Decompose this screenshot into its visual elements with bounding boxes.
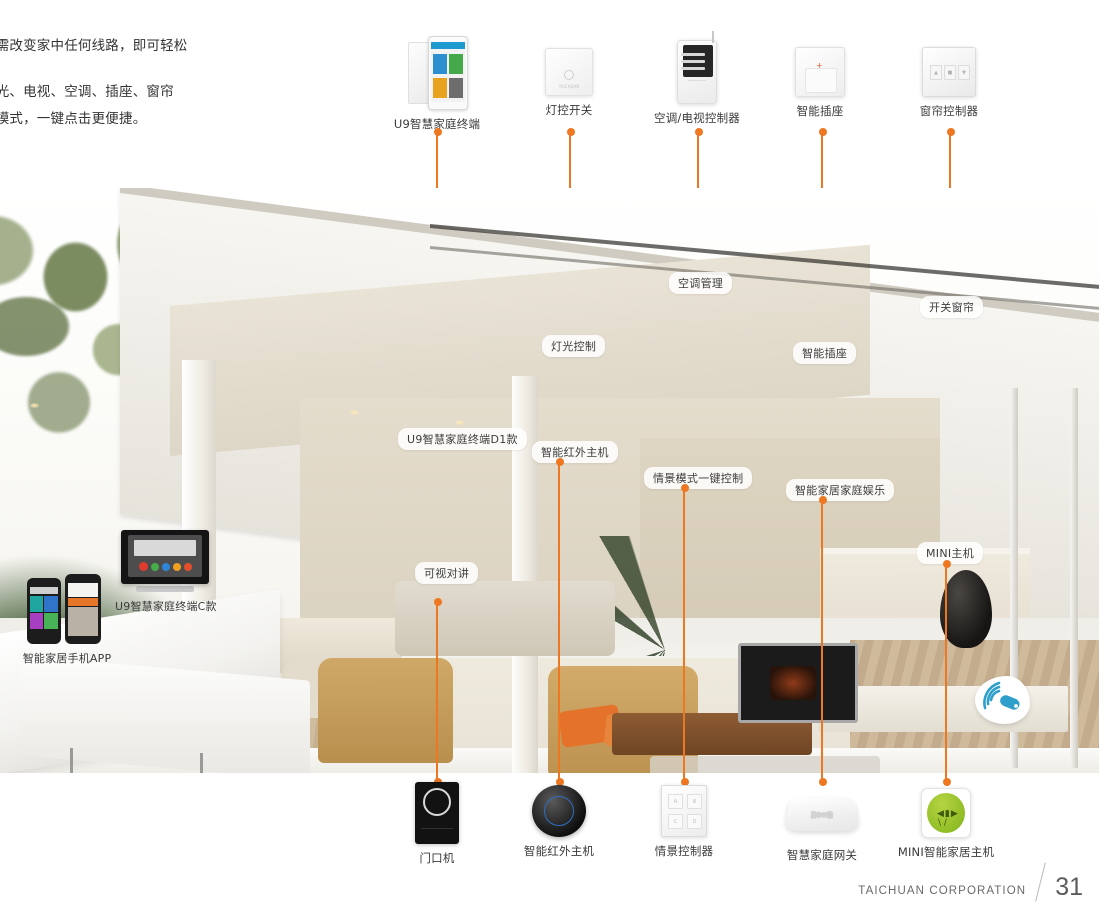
ir-host-icon [532,785,586,837]
wifi-remote-icon [975,676,1030,724]
product-mini-smart-host[interactable]: ◀▮▶ \ / MINI智能家居主机 [890,788,1002,860]
connector-line [821,500,823,782]
product-label: MINI智能家居主机 [897,845,995,859]
light-switch-icon: TAICHUAN [545,48,593,96]
callout-curtain-switch[interactable]: 开关窗帘 [920,296,984,318]
curtain-controller-icon: ▲ ■ ▼ [922,47,976,97]
hero-photo [0,188,1099,773]
device-label: 智能家居手机APP [22,652,112,665]
connector-dot [556,458,564,466]
smart-socket-icon: + [795,47,845,97]
connector-line [945,564,947,782]
device-u9-terminal-c[interactable]: U9智慧家庭终端C款 [115,530,217,614]
product-label: 智能插座 [796,104,844,118]
company-name: TAICHUAN CORPORATION [858,885,1027,897]
connector-dot [819,778,827,786]
door-station-icon [415,782,459,844]
callout-ir-host[interactable]: 智能红外主机 [532,441,618,463]
intro-line-2: 灯光、电视、空调、插座、窗帘 [0,83,174,100]
product-scene-controller[interactable]: A B C D 情景控制器 [628,785,740,859]
connector-line [683,488,685,782]
scene-controller-icon: A B C D [661,785,707,837]
callout-home-entertainment[interactable]: 智能家居家庭娱乐 [786,479,895,501]
callout-u9-terminal-d1[interactable]: U9智慧家庭终端D1款 [398,428,527,450]
connector-dot [943,778,951,786]
callout-ac-management[interactable]: 空调管理 [669,272,733,294]
intro-copy: 无需改变家中任何线路，即可轻松 灯光、电视、空调、插座、窗帘 景模式，一键点击更… [0,36,212,130]
page-number: 31 [1055,873,1083,901]
callout-smart-socket[interactable]: 智能插座 [793,342,857,364]
product-label: 智能红外主机 [523,844,595,858]
intro-line-3: 景模式，一键点击更便捷。 [0,110,147,127]
smartphone-app-icon [27,572,107,644]
wall-panel-icon [121,530,209,584]
page-root: 无需改变家中任何线路，即可轻松 灯光、电视、空调、插座、窗帘 景模式，一键点击更… [0,0,1099,916]
tablet-terminal-icon [406,36,468,110]
ac-tv-controller-icon [677,31,717,104]
callout-scene-mode[interactable]: 情景模式一键控制 [644,467,753,489]
product-curtain-controller[interactable]: ▲ ■ ▼ 窗帘控制器 [893,47,1005,119]
product-light-switch[interactable]: TAICHUAN 灯控开关 [513,48,625,118]
product-label: 情景控制器 [654,844,714,858]
product-door-station[interactable]: 门口机 [381,782,493,866]
connector-line [558,462,560,782]
product-label: 空调/电视控制器 [654,111,740,125]
product-smart-socket[interactable]: + 智能插座 [764,47,876,119]
footer: TAICHUAN CORPORATION 31 [858,862,1083,902]
callout-light-control[interactable]: 灯光控制 [542,335,606,357]
device-mobile-app[interactable]: 智能家居手机APP [18,572,116,666]
product-u9-terminal[interactable]: U9智慧家庭终端 [381,36,493,132]
product-label: 灯控开关 [545,103,593,117]
callout-video-intercom[interactable]: 可视对讲 [415,562,479,584]
product-home-gateway[interactable]: 智慧家庭网关 [766,795,878,863]
product-label: 门口机 [419,851,455,865]
home-gateway-icon [784,797,860,832]
product-ir-host[interactable]: 智能红外主机 [503,785,615,859]
footer-divider [1035,862,1047,902]
intro-line-1: 无需改变家中任何线路，即可轻松 [0,38,188,54]
device-label: U9智慧家庭终端C款 [115,600,217,613]
product-ac-tv-controller[interactable]: 空调/电视控制器 [641,31,753,126]
mini-smart-host-icon: ◀▮▶ \ / [921,788,971,838]
product-label: 智慧家庭网关 [786,848,858,862]
connector-line [436,602,438,782]
product-label: 窗帘控制器 [919,104,979,118]
